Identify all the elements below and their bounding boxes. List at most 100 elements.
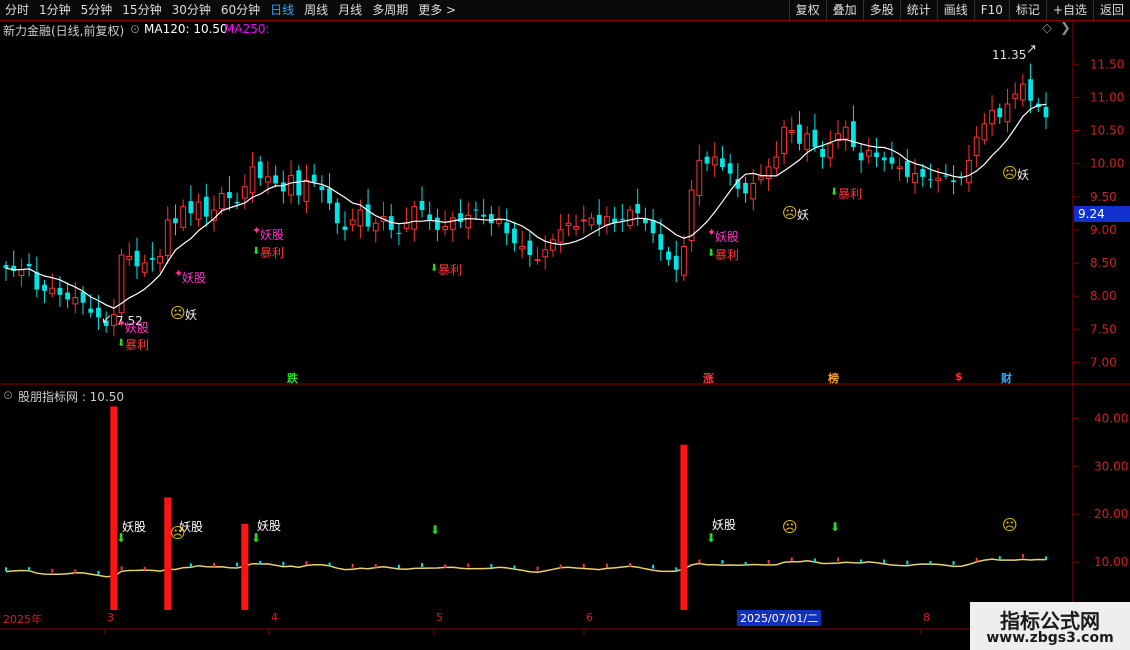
candle-body-up [989,110,995,125]
candle-body-down [743,182,748,194]
header-dropdown-icon[interactable]: ⊙ [130,22,140,36]
candle-body-up [442,226,448,231]
candle-body-down [319,186,325,191]
tab-period-4[interactable]: 30分钟 [167,0,216,20]
candle-body-up [18,269,25,277]
candle-body-down [650,219,656,234]
toolbar-button-1[interactable]: 叠加 [825,0,863,20]
candle-body-down [881,157,887,161]
ma250-label: MA250: [224,22,270,36]
candle-body-down [928,179,933,181]
candle-body-up [981,123,988,141]
candle-body-up [696,159,703,196]
candle-body-up [1004,103,1011,123]
candle-body-up [249,166,256,194]
period-tabs: 分时 1分钟 5分钟 15分钟 30分钟 60分钟 日线 周线 月线 多周期 更多 > [0,0,461,20]
candle-body-down [42,284,47,291]
candle-body-up [180,206,187,228]
candle-body-down [103,320,109,326]
candle-body-up [557,229,564,243]
price-tick-label: 10.00 [1090,157,1124,171]
candle-body-up [773,156,780,169]
candle-body-down [851,121,856,148]
indicator-bar [164,497,172,611]
toolbar-button-3[interactable]: 统计 [899,0,937,20]
price-tick-label: 10.50 [1090,124,1124,138]
tab-period-10[interactable]: 更多 > [413,0,461,20]
candle-body-up [349,219,356,226]
tab-period-3[interactable]: 15分钟 [117,0,166,20]
candle-body-down [943,175,949,177]
candle-body-down [365,204,371,227]
candle-body-down [704,156,710,164]
candle-body-down [227,192,232,199]
candle-body-up [164,219,171,257]
action-buttons: 复权 叠加 多股 统计 画线 F10 标记 +自选 返回 [788,0,1130,20]
candle-body-down [188,201,194,214]
candle-body-up [241,186,248,199]
tab-period-0[interactable]: 分时 [0,0,34,20]
diamond-icon[interactable]: ◇ [1042,21,1052,36]
toolbar-button-7[interactable]: +自选 [1045,0,1093,20]
month-label: 4 [271,611,278,624]
candle-body-down [234,201,240,204]
candle-body-down [951,180,956,183]
candle-body-up [110,314,117,326]
stock-title: 新力金融(日线,前复权) [3,24,125,38]
candle-body-down [173,218,178,224]
price-tick-label: 7.50 [1090,322,1117,336]
toolbar-button-2[interactable]: 多股 [862,0,900,20]
indicator-title: 股朋指标网 : 10.50 [18,390,125,404]
tab-period-1[interactable]: 1分钟 [34,0,76,20]
price-tick-label: 9.00 [1090,223,1117,237]
watermark: 指标公式网 www.zbgs3.com [970,602,1130,650]
candle-body-down [504,222,510,234]
candle-body-down [858,152,864,161]
tab-period-5[interactable]: 60分钟 [216,0,265,20]
tab-period-6[interactable]: 日线 [265,0,299,20]
toolbar-button-5[interactable]: F10 [973,0,1009,20]
candle-body-down [26,263,32,267]
candle-body-down [96,307,101,318]
candle-body-up [403,222,410,229]
chevron-icon[interactable]: ❯ [1060,21,1071,36]
month-label: 6 [586,611,593,624]
tab-period-7[interactable]: 周线 [299,0,333,20]
candle-body-down [666,251,671,260]
toolbar-button-0[interactable]: 复权 [788,0,826,20]
candle-body-down [3,265,9,269]
ind-tick-label: 30.00 [1094,459,1128,473]
ind-tick-label: 10.00 [1094,555,1128,569]
candle-body-down [889,157,895,164]
month-label: 3 [107,611,114,624]
candle-body-up [912,173,918,184]
candle-body-down [435,217,440,230]
candle-body-down [396,232,402,234]
candle-body-down [1028,79,1033,101]
candle-body-down [904,161,910,177]
ma-line [5,103,1047,309]
toolbar-button-4[interactable]: 画线 [936,0,974,20]
tab-period-8[interactable]: 月线 [333,0,367,20]
ind-tick-label: 40.00 [1094,411,1128,425]
period-toolbar: 分时 1分钟 5分钟 15分钟 30分钟 60分钟 日线 周线 月线 多周期 更多 > 复权 叠加 多股… [0,0,1130,21]
candle-body-up [781,126,787,155]
candle-body-up [411,206,418,230]
candle-body-up [765,166,772,179]
candle-body-down [342,226,348,230]
indicator-dropdown-icon[interactable]: ⊙ [3,388,13,402]
price-tick-label: 11.50 [1090,57,1124,71]
candle-body-down [512,228,517,244]
toolbar-button-8[interactable]: 返回 [1092,0,1130,20]
candle-body-up [1020,83,1026,101]
indicator-line [5,558,1047,578]
tab-period-9[interactable]: 多周期 [367,0,413,20]
candle-body-up [865,149,872,157]
toolbar-button-6[interactable]: 标记 [1008,0,1046,20]
candle-body-down [820,148,825,158]
indicator-bar [241,523,249,611]
tab-period-2[interactable]: 5分钟 [76,0,118,20]
chart-canvas: 11.50 11.00 10.50 10.00 9.50 9.00 8.50 8.00 7.50… [0,21,1130,650]
price-tick-label: 9.50 [1090,190,1117,204]
candle-body-down [88,308,94,313]
